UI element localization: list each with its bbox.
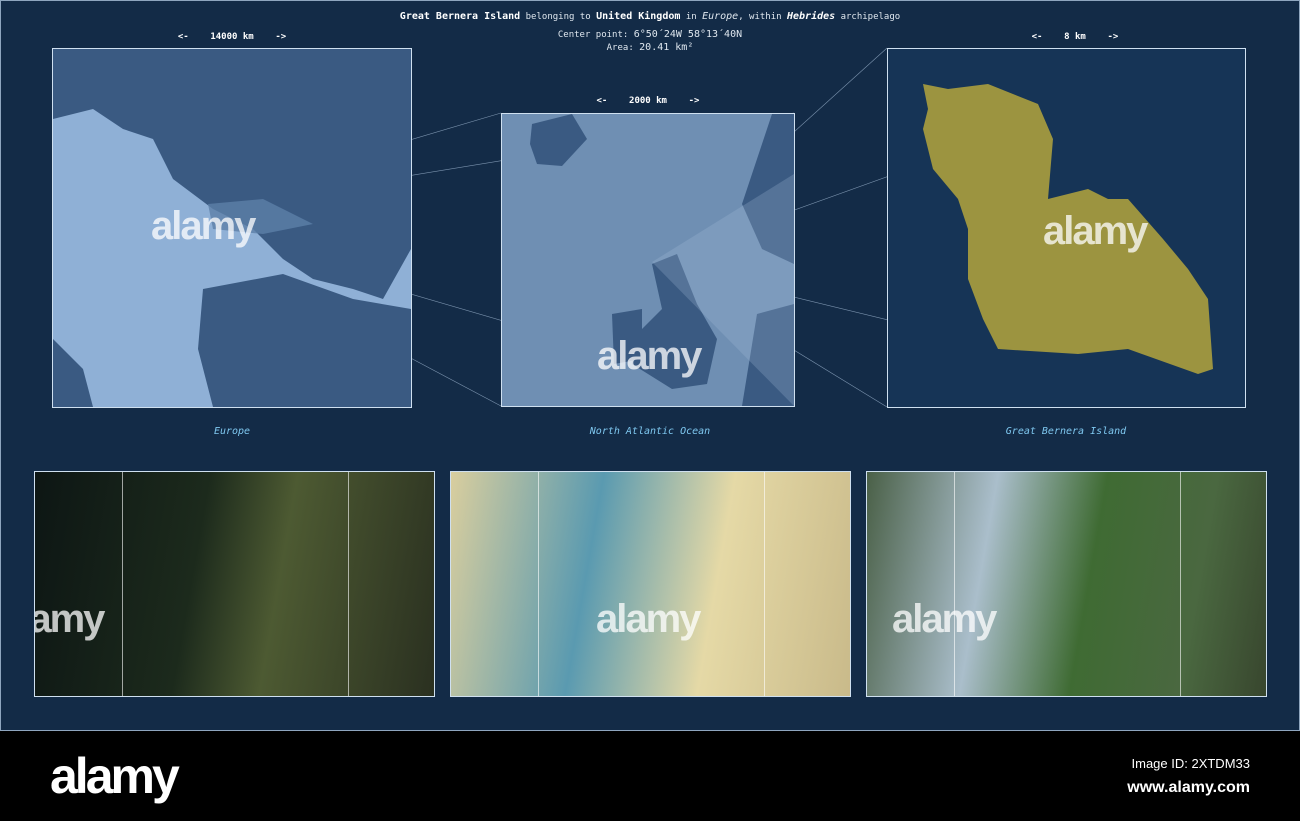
divider <box>122 472 123 696</box>
map-great-bernera[interactable]: alamy <box>887 48 1246 408</box>
watermark: alamy <box>151 204 256 248</box>
divider <box>538 472 539 696</box>
topographic-map[interactable]: alamy <box>450 471 851 697</box>
image-id: Image ID: 2XTDM33 <box>1131 756 1251 771</box>
map-europe[interactable]: alamy <box>52 48 412 408</box>
divider <box>1180 472 1181 696</box>
divider <box>764 472 765 696</box>
footer: alamy Image ID: 2XTDM33 www.alamy.com <box>0 731 1300 821</box>
caption-island: Great Bernera Island <box>1005 426 1127 437</box>
watermark: alamy <box>1043 209 1148 253</box>
terrain-map[interactable]: alamy <box>866 471 1267 697</box>
site-url[interactable]: www.alamy.com <box>1127 779 1250 797</box>
map-north-atlantic[interactable]: alamy <box>501 113 795 407</box>
satellite-map[interactable]: alamy <box>34 471 435 697</box>
watermark: alamy <box>34 597 105 641</box>
caption-europe: Europe <box>213 426 251 437</box>
watermark: alamy <box>597 334 702 378</box>
divider <box>348 472 349 696</box>
caption-ocean: North Atlantic Ocean <box>589 426 711 437</box>
watermark: alamy <box>892 597 997 641</box>
alamy-logo[interactable]: alamy <box>50 747 180 805</box>
divider <box>954 472 955 696</box>
watermark: alamy <box>596 597 701 641</box>
